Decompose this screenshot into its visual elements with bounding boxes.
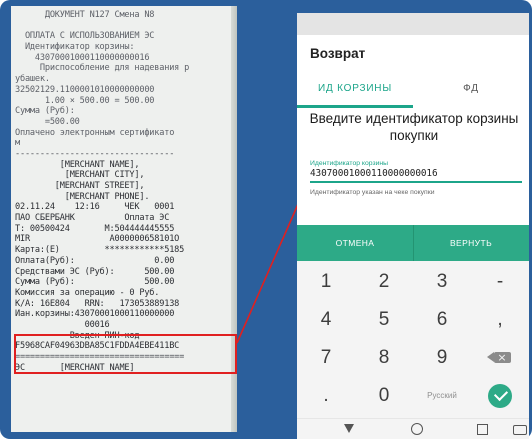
back-nav-icon[interactable]: [342, 422, 356, 436]
cancel-button[interactable]: ОТМЕНА: [297, 225, 413, 261]
basket-id-underline: [310, 181, 522, 183]
receipt-line: К/А: 16E804 RRN: 173053889138: [15, 298, 180, 309]
return-button[interactable]: ВЕРНУТЬ: [413, 225, 529, 261]
receipt-line: убашек.: [15, 74, 50, 85]
receipt-line: Оплачено электронным сертификато: [15, 127, 175, 138]
receipt-line: =500.00: [15, 116, 80, 127]
receipt-line: Сумма (Руб):: [15, 106, 75, 117]
key-3[interactable]: 3: [413, 263, 471, 300]
receipt-line: 1.00 × 500.00 = 500.00: [15, 95, 155, 106]
receipt-line: [MERCHANT CITY],: [15, 170, 145, 181]
tab-bar: ИД КОРЗИНЫ ФД: [297, 78, 529, 108]
key-0[interactable]: 0: [355, 377, 413, 414]
receipt-line: м: [15, 138, 20, 149]
receipt-line: Иан.корзины:43070001000110000000: [15, 309, 175, 320]
key-4[interactable]: 4: [297, 301, 355, 338]
receipt-line: [15, 21, 235, 32]
basket-id-field: Идентификатор корзины Идентификатор указ…: [310, 160, 522, 196]
key-7[interactable]: 7: [297, 339, 355, 376]
backspace-icon: [486, 349, 511, 366]
key-backspace[interactable]: [471, 339, 529, 376]
receipt-line: Комиссия за операцию - 0 Руб.: [15, 287, 160, 298]
receipt-line: [MERCHANT STREET],: [15, 181, 145, 191]
key-6[interactable]: 6: [413, 301, 471, 338]
prompt-text: Введите идентификатор корзины покупки: [309, 111, 519, 143]
receipt-line: Сумма (Руб): 500.00: [15, 277, 175, 288]
receipt-line: Т: 00500424 М:504444445555: [15, 223, 175, 234]
basket-id-label: Идентификатор корзины: [310, 160, 389, 167]
receipt-line: 32502129.1100001010000000000: [15, 84, 155, 95]
tab-fd[interactable]: ФД: [413, 78, 529, 108]
key-9[interactable]: 9: [413, 339, 471, 376]
receipt-line: 00016: [15, 319, 110, 330]
action-bar: ОТМЕНА ВЕРНУТЬ: [297, 225, 529, 261]
key-2[interactable]: 2: [355, 263, 413, 300]
tab-basket-id[interactable]: ИД КОРЗИНЫ: [297, 78, 413, 108]
key-minus[interactable]: -: [471, 263, 529, 300]
key-language[interactable]: Русский: [413, 377, 471, 414]
receipt-line: Приспособление для надевания р: [15, 63, 190, 74]
receipt-line: ДОКУМЕНТ N127 Смена N8: [15, 10, 155, 20]
status-bar: [297, 13, 529, 35]
receipt-line: Идентификатор корзины:: [15, 42, 135, 53]
numeric-keypad: 1 2 3 - 4 5 6 , 7 8 9 . 0 Русский: [297, 261, 529, 418]
key-comma[interactable]: ,: [471, 301, 529, 338]
receipt-text: ДОКУМЕНТ N127 Смена N8 ОПЛАТА С ИСПОЛЬЗО…: [15, 10, 235, 373]
receipt-line: ОПЛАТА С ИСПОЛЬЗОВАНИЕМ ЭС: [15, 31, 155, 42]
key-enter[interactable]: [471, 377, 529, 414]
home-nav-icon[interactable]: [411, 423, 423, 435]
receipt-line: [MERCHANT PHONE].: [15, 191, 150, 202]
receipt-line: 43070001000110000000016: [15, 52, 150, 63]
receipt-line: --------------------------------: [15, 148, 175, 159]
receipt-line: MIR A000000658101O: [15, 234, 180, 245]
basket-id-input[interactable]: [310, 168, 522, 179]
receipt-line: ПАО СБЕРБАНК Оплата ЭС: [15, 213, 170, 224]
recent-apps-icon[interactable]: [477, 424, 488, 435]
receipt-line: 02.11.24 12:16 ЧЕК 0001: [15, 202, 175, 213]
key-dot[interactable]: .: [297, 377, 355, 414]
receipt-line: Оплата(Руб): 0.00: [15, 255, 175, 266]
key-8[interactable]: 8: [355, 339, 413, 376]
checkmark-icon: [488, 383, 512, 408]
key-5[interactable]: 5: [355, 301, 413, 338]
android-nav-bar: [297, 418, 529, 439]
receipt-line: [MERCHANT NAME],: [15, 159, 140, 170]
key-1[interactable]: 1: [297, 263, 355, 300]
basket-id-highlight-box: [14, 334, 237, 374]
receipt-line: Средствами ЭС (Руб): 500.00: [15, 266, 175, 277]
phone-screen: Возврат ИД КОРЗИНЫ ФД Введите идентифика…: [297, 13, 529, 439]
screen-title: Возврат: [310, 46, 366, 61]
basket-id-helper: Идентификатор указан на чеке покупки: [310, 189, 435, 196]
receipt-line: Карта:(Е) ************5185: [15, 245, 185, 256]
keyboard-icon[interactable]: [513, 425, 527, 435]
